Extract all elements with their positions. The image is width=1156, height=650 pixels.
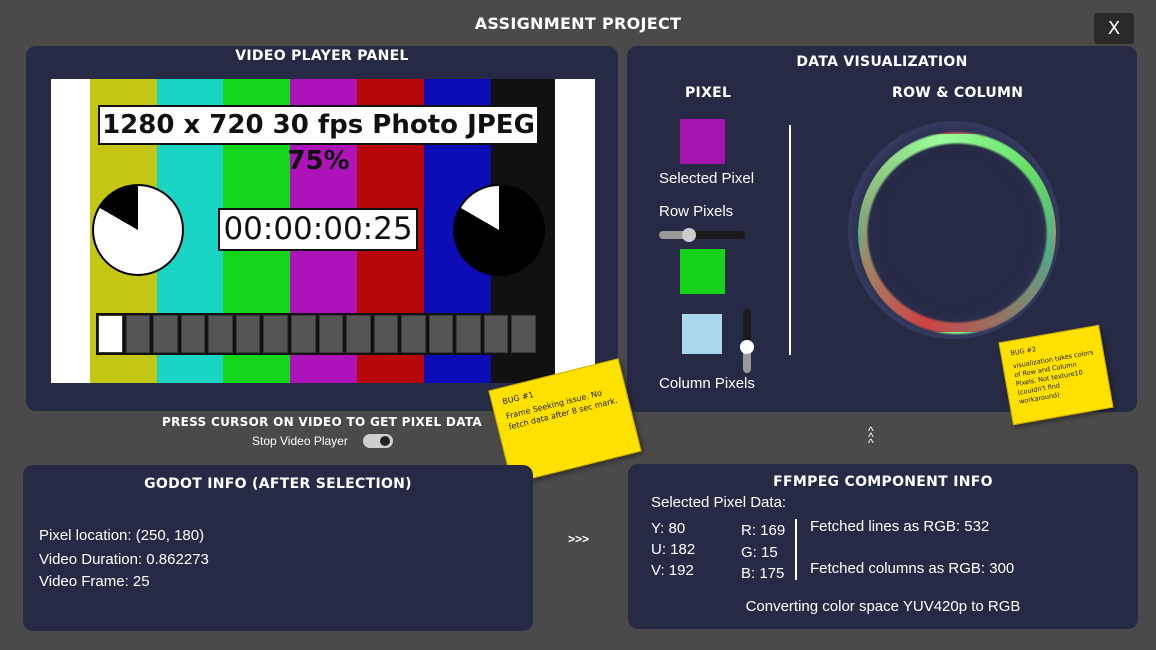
frame-cell	[318, 315, 344, 353]
close-button[interactable]: X	[1094, 13, 1134, 44]
up-arrows-icon: ^ ^ ^	[868, 424, 874, 450]
frame-cell	[180, 315, 206, 353]
row-pixels-slider[interactable]	[659, 228, 745, 242]
r-value: R: 169	[741, 522, 786, 539]
frame-cell	[456, 315, 481, 353]
frame-cell	[290, 315, 316, 353]
godot-info-panel: GODOT INFO (AFTER SELECTION) Pixel locat…	[23, 465, 533, 631]
stop-video-label: Stop Video Player	[252, 434, 348, 448]
toggle-knob	[380, 436, 390, 446]
column-pixels-label: Column Pixels	[659, 375, 755, 392]
video-duration: Video Duration: 0.862273	[39, 551, 209, 568]
bug-note-2: BUG #2 visualization takes colors of Row…	[998, 324, 1114, 426]
frame-cell	[153, 315, 178, 353]
column-pixels-slider[interactable]	[740, 309, 754, 373]
column-pixel-swatch	[682, 314, 722, 354]
frame-cell	[401, 315, 426, 353]
frame-cell	[428, 315, 454, 353]
y-value: Y: 80	[651, 520, 686, 537]
forward-arrows-icon: >>>	[568, 532, 590, 546]
ffmpeg-divider	[795, 519, 797, 580]
frame-cell	[125, 315, 151, 353]
frame-cell	[98, 315, 123, 353]
frame-counter-strip	[96, 313, 538, 355]
video-panel-title: VIDEO PLAYER PANEL	[235, 48, 409, 64]
godot-panel-title: GODOT INFO (AFTER SELECTION)	[144, 476, 412, 492]
fetched-columns: Fetched columns as RGB: 300	[810, 560, 1015, 577]
color-bar	[555, 79, 595, 383]
pixel-location: Pixel location: (250, 180)	[39, 527, 205, 544]
timecode-label: 00:00:00:25	[218, 208, 418, 251]
frame-cell	[511, 315, 536, 353]
b-value: B: 175	[741, 565, 785, 582]
selected-pixel-label: Selected Pixel	[659, 170, 755, 187]
countdown-dial-right	[453, 184, 545, 276]
row-column-heading: ROW & COLUMN	[892, 85, 1024, 101]
row-column-ring-visualization	[858, 131, 1056, 335]
stop-video-toggle[interactable]	[363, 434, 393, 448]
pixel-heading: PIXEL	[685, 85, 732, 101]
selected-pixel-data-label: Selected Pixel Data:	[651, 494, 787, 511]
frame-cell	[208, 315, 233, 353]
frame-cell	[235, 315, 261, 353]
row-pixel-swatch	[680, 249, 725, 294]
frame-cell	[483, 315, 509, 353]
frame-cell	[263, 315, 288, 353]
v-value: V: 192	[651, 562, 694, 579]
bug-note-2-body: visualization takes colors of Row and Co…	[1012, 348, 1094, 406]
u-value: U: 182	[651, 541, 696, 558]
row-pixels-label: Row Pixels	[659, 203, 734, 220]
selected-pixel-swatch	[680, 119, 725, 164]
fetched-lines: Fetched lines as RGB: 532	[810, 518, 990, 535]
row-slider-handle[interactable]	[682, 228, 697, 242]
app-title: ASSIGNMENT PROJECT	[474, 14, 682, 33]
color-conversion-info: Converting color space YUV420p to RGB	[745, 598, 1021, 615]
resolution-label: 1280 x 720 30 fps Photo JPEG 75%	[98, 105, 539, 176]
ffmpeg-panel-title: FFMPEG COMPONENT INFO	[773, 474, 993, 490]
countdown-dial-left	[92, 184, 184, 276]
ffmpeg-info-panel: FFMPEG COMPONENT INFO Selected Pixel Dat…	[628, 464, 1138, 629]
viz-divider	[789, 125, 791, 355]
frame-cell	[373, 315, 399, 353]
g-value: G: 15	[741, 544, 778, 561]
video-frame-number: Video Frame: 25	[39, 573, 150, 590]
viz-panel-title: DATA VISUALIZATION	[796, 54, 968, 70]
color-bar	[51, 79, 90, 383]
frame-cell	[346, 315, 371, 353]
video-frame[interactable]: 1280 x 720 30 fps Photo JPEG 75% 00:00:0…	[51, 79, 595, 383]
